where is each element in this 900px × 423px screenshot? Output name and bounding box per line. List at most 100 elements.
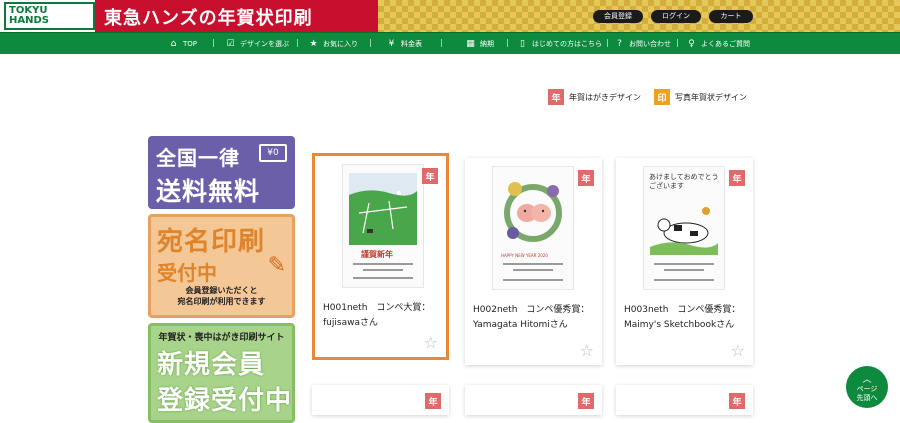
page-top-label: ページ — [856, 385, 878, 393]
faq-icon: ♀ — [688, 38, 695, 49]
thumb-text-line — [353, 277, 413, 279]
design-art-field — [349, 173, 417, 245]
photo-label: 写真年賀状デザイン — [675, 92, 747, 102]
nav-item-faq[interactable]: ♀ よくあるご質問 — [686, 33, 750, 55]
nenga-badge: 年 — [729, 170, 745, 186]
nav-divider: | — [506, 38, 509, 47]
money-bag-icon: ¥ — [388, 38, 395, 49]
tokyu-hands-logo[interactable]: TOKYU HANDS — [0, 0, 95, 32]
banner-line: 全国一律 — [156, 146, 240, 170]
design-caption[interactable]: H002neth コンペ優秀賞：Yamagata Hitomiさん — [473, 303, 597, 333]
nav-divider: | — [440, 38, 443, 47]
nav-divider: | — [369, 38, 372, 47]
nav-item-contact[interactable]: ? お問い合わせ — [614, 33, 671, 55]
site-title[interactable]: 東急ハンズの年賀状印刷 — [104, 4, 313, 30]
favorite-star-icon[interactable]: ☆ — [580, 343, 594, 359]
nav-label: はじめての方はこちら — [532, 40, 602, 48]
book-icon: ▯ — [520, 38, 525, 49]
star-icon: ★ — [309, 38, 318, 49]
design-card-h003[interactable]: あけましておめでとうございます 年 H003neth コンペ優秀賞：Maimy'… — [616, 158, 753, 365]
legend-photo: 印 写真年賀状デザイン — [654, 89, 747, 105]
page-top-button[interactable]: ︿ ページ 先頭へ — [846, 366, 888, 408]
nav-label: お問い合わせ — [629, 40, 671, 48]
cart-button[interactable]: カート — [709, 10, 753, 23]
banner-note-line: 会員登録いただくと — [185, 286, 258, 295]
nav-divider: | — [676, 38, 679, 47]
nav-label: デザインを選ぶ — [240, 40, 289, 48]
design-caption[interactable]: H001neth コンペ大賞：fujisawaさん — [323, 301, 447, 331]
banner-line: 送料無料 — [156, 177, 261, 206]
nav-label: よくあるご質問 — [701, 40, 750, 48]
logo-text: TOKYU HANDS — [4, 2, 95, 30]
design-thumbnail[interactable]: HAPPY NEW YEAR 2020 — [492, 166, 574, 290]
favorite-star-icon[interactable]: ☆ — [731, 343, 745, 359]
nav-item-price[interactable]: ¥ 料金表 — [386, 33, 422, 55]
legend-nenga: 年 年賀はがきデザイン — [548, 89, 641, 105]
nav-item-top[interactable]: ⌂ TOP — [168, 33, 197, 55]
design-art-flowers — [504, 182, 562, 242]
nav-item-favorites[interactable]: ★ お気に入り — [308, 33, 358, 55]
design-card-next-1[interactable]: 年 — [312, 385, 449, 415]
design-thumbnail[interactable]: あけましておめでとうございます — [643, 166, 725, 290]
thumb-text-line — [664, 269, 704, 271]
page-top-label: 先頭へ — [856, 394, 878, 402]
banner-line: 新規会員 — [157, 350, 266, 380]
banner-line: 受付中 — [157, 261, 217, 285]
thumb-text-line — [654, 279, 714, 281]
nav-label: 料金表 — [401, 40, 422, 48]
free-shipping-banner[interactable]: 全国一律 送料無料 ¥0 — [148, 136, 295, 209]
thumb-text-line — [503, 263, 563, 265]
calendar-icon: ▦ — [466, 38, 475, 49]
design-card-next-3[interactable]: 年 — [616, 385, 753, 415]
thumb-text-line — [363, 269, 403, 271]
truck-icon: ¥0 — [259, 144, 287, 162]
banner-note: 会員登録いただくと 宛名印刷が利用できます — [151, 285, 292, 307]
nav-item-beginners[interactable]: ▯ はじめての方はこちら — [517, 33, 602, 55]
nenga-badge: 年 — [422, 168, 438, 184]
nav-label: お気に入り — [323, 40, 358, 48]
nav-divider: | — [606, 38, 609, 47]
nenga-badge: 年 — [578, 393, 594, 409]
register-button[interactable]: 会員登録 — [593, 10, 643, 23]
design-card-h002[interactable]: HAPPY NEW YEAR 2020 年 H002neth コンペ優秀賞：Ya… — [465, 158, 602, 365]
nav-label: TOP — [183, 40, 198, 48]
thumb-greeting: 謹賀新年 — [361, 250, 393, 259]
banner-note-line: 宛名印刷が利用できます — [177, 297, 266, 306]
design-card-next-2[interactable]: 年 — [465, 385, 602, 415]
thumb-text-line — [353, 263, 413, 265]
design-card-h001[interactable]: 謹賀新年 年 H001neth コンペ大賞：fujisawaさん ☆ — [312, 153, 449, 360]
banner-line: 宛名印刷 — [157, 227, 266, 257]
check-icon: ☑ — [226, 38, 235, 49]
thumb-greeting: あけましておめでとうございます — [649, 173, 719, 190]
design-art-cows — [650, 207, 718, 255]
nav-item-choose-design[interactable]: ☑ デザインを選ぶ — [225, 33, 289, 55]
favorite-star-icon[interactable]: ☆ — [424, 335, 438, 351]
design-caption[interactable]: H003neth コンペ優秀賞：Maimy's Sketchbookさん — [624, 303, 748, 333]
thumb-text-line — [654, 263, 714, 265]
login-button[interactable]: ログイン — [651, 10, 701, 23]
chevron-up-icon: ︿ — [862, 375, 872, 385]
nav-divider: | — [296, 38, 299, 47]
nav-item-delivery[interactable]: ▦ 納期 — [465, 33, 494, 55]
home-icon: ⌂ — [170, 38, 177, 49]
thumb-text-line — [503, 279, 563, 281]
nav-divider: | — [212, 38, 215, 47]
question-icon: ? — [617, 38, 622, 49]
nenga-badge: 年 — [578, 170, 594, 186]
register-banner[interactable]: 年賀状・喪中はがき印刷サイト 新規会員 登録受付中 — [148, 323, 295, 423]
thumb-text-line — [513, 269, 553, 271]
nenga-badge: 年 — [425, 393, 441, 409]
nenga-badge: 年 — [548, 89, 564, 105]
address-print-banner[interactable]: 宛名印刷 受付中 ✎ 会員登録いただくと 宛名印刷が利用できます — [148, 214, 295, 318]
site-header: TOKYU HANDS 東急ハンズの年賀状印刷 会員登録 ログイン カート — [0, 0, 900, 32]
design-thumbnail[interactable]: 謹賀新年 — [342, 164, 424, 288]
banner-line: 年賀状・喪中はがき印刷サイト — [158, 333, 285, 343]
nenga-badge: 年 — [729, 393, 745, 409]
nav-label: 納期 — [480, 40, 494, 48]
banner-line: 登録受付中 — [157, 386, 293, 416]
nenga-label: 年賀はがきデザイン — [569, 92, 641, 102]
brush-icon: ✎ — [267, 253, 286, 278]
thumb-greeting: HAPPY NEW YEAR 2020 — [501, 253, 548, 258]
main-nav: ⌂ TOP | ☑ デザインを選ぶ | ★ お気に入り | ¥ 料金表 | ▦ … — [0, 32, 900, 54]
photo-badge: 印 — [654, 89, 670, 105]
